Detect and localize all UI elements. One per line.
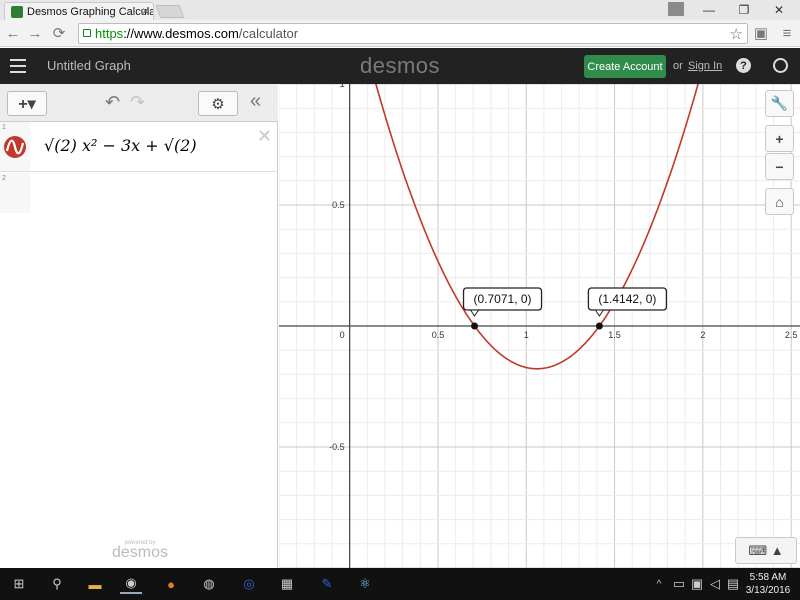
language-globe-icon[interactable]: [773, 58, 788, 73]
help-icon[interactable]: ?: [736, 58, 751, 73]
point-label-pointer: [469, 309, 480, 317]
app-icon[interactable]: ▦: [276, 574, 298, 594]
user-profile-icon[interactable]: [668, 2, 684, 16]
url-scheme: https: [95, 26, 124, 41]
y-tick-label: 0.5: [332, 200, 345, 210]
tab-title: Desmos Graphing Calculat: [27, 5, 154, 18]
expression-row-2[interactable]: 2: [0, 173, 277, 213]
root-point: [471, 322, 479, 330]
forward-icon[interactable]: →: [26, 24, 44, 42]
bookmark-star-icon[interactable]: ☆: [730, 25, 743, 43]
taskbar-clock[interactable]: 5:58 AM 3/13/2016: [740, 571, 796, 597]
powered-by-desmos: powered by desmos: [108, 540, 172, 562]
graph-title[interactable]: Untitled Graph: [47, 58, 131, 73]
sign-in-link[interactable]: Sign In: [688, 60, 722, 72]
create-account-button[interactable]: Create Account: [584, 55, 666, 78]
graph-canvas[interactable]: 0.5 1 1.5 2 2.5 1 0.5 -0.5 0 (0.7071, 0) (1.4142, …: [278, 38, 800, 569]
expression-toolbar: +▾ ↶ ↷ ⚙ «: [0, 84, 278, 122]
chrome-menu-icon[interactable]: ≡: [778, 24, 796, 42]
zoom-out-icon[interactable]: −: [765, 153, 794, 180]
app-icon[interactable]: ⚛: [354, 574, 376, 594]
desmos-favicon-icon: [11, 6, 23, 18]
expression-number: 2: [2, 175, 6, 182]
new-tab-button[interactable]: [155, 5, 185, 18]
lock-icon: [83, 29, 91, 37]
expression-list: 1 √(2) x² − 3x + √(2) ✕ 2 powered by des…: [0, 122, 278, 568]
clock-date: 3/13/2016: [745, 585, 791, 596]
x-tick-label: 2.5: [785, 330, 798, 340]
point-label: (0.7071, 0): [474, 292, 532, 306]
app-icon[interactable]: ◎: [238, 574, 260, 594]
firefox-icon[interactable]: ●: [160, 574, 182, 594]
x-tick-label: 2: [700, 330, 705, 340]
search-icon[interactable]: ⚲: [46, 574, 68, 594]
zoom-in-icon[interactable]: +: [765, 125, 794, 152]
windows-start-icon[interactable]: ⊞: [8, 574, 30, 594]
app-icon[interactable]: ✎: [316, 574, 338, 594]
url-host: ://www.desmos.com: [123, 26, 239, 41]
url-path: /calculator: [238, 26, 299, 41]
close-tab-icon[interactable]: ×: [142, 4, 149, 18]
y-tick-label: 1: [340, 84, 345, 89]
tray-chevron-icon[interactable]: ^: [648, 574, 670, 594]
or-text: or: [673, 60, 683, 72]
graph-settings-wrench-icon[interactable]: 🔧: [765, 90, 794, 117]
expression-row-1[interactable]: 1 √(2) x² − 3x + √(2) ✕: [0, 122, 277, 172]
point-label: (1.4142, 0): [598, 292, 656, 306]
address-bar[interactable]: https://www.desmos.com/calculator ☆: [78, 23, 748, 44]
desmos-header: Untitled Graph desmos Create Account or …: [0, 48, 800, 84]
keyboard-toggle-icon[interactable]: ⌨ ▲: [735, 537, 797, 564]
back-icon[interactable]: ←: [4, 24, 22, 42]
y-tick-label: -0.5: [329, 442, 345, 452]
browser-tabstrip: Desmos Graphing Calculat × — ❐ ✕: [0, 0, 800, 20]
delete-expression-icon[interactable]: ✕: [257, 126, 272, 147]
collapse-panel-icon[interactable]: «: [250, 90, 261, 113]
expression-number: 1: [2, 124, 6, 131]
app-icon[interactable]: ◍: [198, 574, 220, 594]
redo-icon[interactable]: ↷: [130, 92, 145, 113]
windows-taskbar: ⊞ ⚲ ▬ ◉ ● ◍ ◎ ▦ ✎ ⚛ ^ ▭ ▣ ◁ ▤ 5:58 AM 3/…: [0, 568, 800, 600]
root-point: [595, 322, 603, 330]
desmos-logo: desmos: [360, 53, 441, 78]
restore-icon[interactable]: ❐: [727, 0, 761, 20]
x-tick-label: 1.5: [608, 330, 621, 340]
browser-toolbar: ← → ⟳ https://www.desmos.com/calculator …: [0, 20, 800, 47]
x-tick-label: 1: [524, 330, 529, 340]
close-window-icon[interactable]: ✕: [762, 0, 796, 20]
x-tick-label: 0.5: [432, 330, 445, 340]
undo-icon[interactable]: ↶: [105, 92, 120, 113]
default-viewport-home-icon[interactable]: ⌂: [765, 188, 794, 215]
powered-by-logo: desmos: [111, 544, 169, 561]
add-item-button[interactable]: +▾: [7, 91, 47, 116]
origin-label: 0: [340, 330, 345, 340]
curve-color-icon[interactable]: [4, 136, 26, 158]
graph-paper[interactable]: 0.5 1 1.5 2 2.5 1 0.5 -0.5 0 (0.7071, 0) (1.4142, …: [278, 38, 800, 569]
reload-icon[interactable]: ⟳: [50, 24, 68, 42]
chrome-taskbar-icon[interactable]: ◉: [120, 574, 142, 594]
minimize-icon[interactable]: —: [692, 0, 726, 20]
hamburger-menu-icon[interactable]: [10, 59, 26, 73]
settings-gear-icon[interactable]: ⚙: [198, 91, 238, 116]
clock-time: 5:58 AM: [749, 572, 787, 583]
expression-latex[interactable]: √(2) x² − 3x + √(2): [44, 136, 197, 155]
file-explorer-icon[interactable]: ▬: [84, 574, 106, 594]
extension-icon[interactable]: ▣: [752, 24, 770, 42]
browser-tab[interactable]: Desmos Graphing Calculat ×: [4, 2, 154, 20]
